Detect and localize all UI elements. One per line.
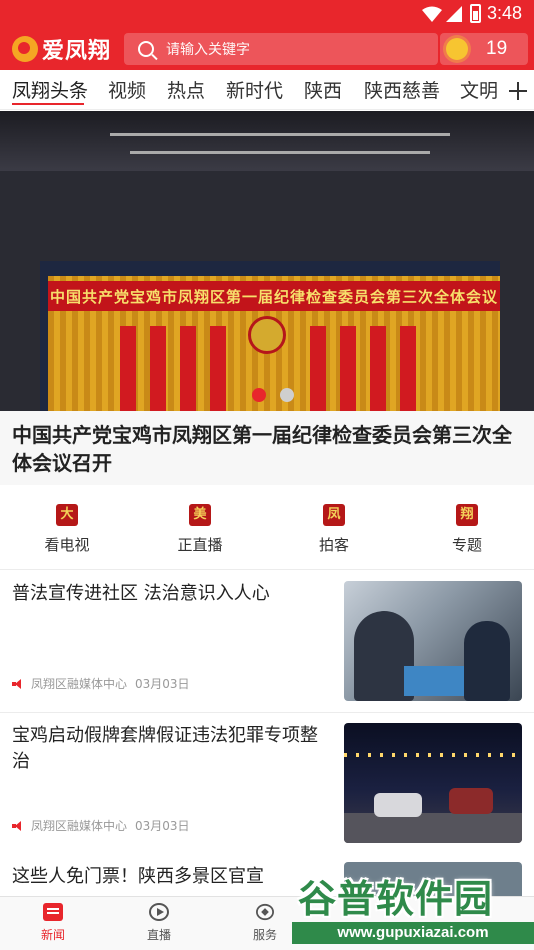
nav-news[interactable]: 新闻 [0, 903, 106, 943]
news-date: 03月03日 [135, 819, 190, 833]
topic-icon: 翔 [456, 504, 478, 526]
quick-link-live[interactable]: 美 正直播 [160, 504, 240, 555]
banner-truss [130, 151, 430, 154]
thumbnail-road [344, 813, 522, 843]
banner-carousel[interactable]: 中国共产党宝鸡市凤翔区第一届纪律检查委员会第三次全体会议 [0, 111, 534, 411]
nav-label: 新闻 [40, 928, 65, 942]
news-item[interactable]: 宝鸡启动假牌套牌假证违法犯罪专项整治 凤翔区融媒体中心 03月03日 [0, 713, 534, 855]
logo-mark-icon [12, 36, 38, 62]
news-source: 凤翔区融媒体中心 [31, 677, 128, 691]
watermark-url: www.gupuxiazai.com [292, 922, 534, 944]
app-header: 3:48 爱凤翔 请输入关键字 19 [0, 0, 534, 70]
news-meta: 凤翔区融媒体中心 03月03日 [12, 675, 190, 692]
category-tabs: 凤翔头条 视频 热点 新时代 陕西 陕西慈善 文明 [0, 70, 534, 110]
banner-flag [180, 326, 196, 411]
tab-shaanxi[interactable]: 陕西 [304, 76, 342, 103]
quick-link-label: 正直播 [177, 536, 223, 554]
quick-link-label: 看电视 [44, 536, 90, 554]
nav-label: 服务 [252, 928, 277, 942]
news-meta: 凤翔区融媒体中心 03月03日 [12, 817, 190, 834]
search-bar[interactable]: 请输入关键字 [124, 33, 438, 65]
status-time: 3:48 [486, 3, 522, 23]
play-icon [149, 903, 169, 921]
watermark-brand: 谷普软件园 [298, 877, 494, 921]
status-bar: 3:48 [0, 0, 534, 28]
camera-icon: 凤 [323, 504, 345, 526]
banner-stage-headline: 中国共产党宝鸡市凤翔区第一届纪律检查委员会第三次全体会议 [48, 281, 500, 311]
tab-new-era[interactable]: 新时代 [226, 76, 283, 103]
thumbnail-lights [344, 753, 522, 757]
banner-flag [310, 326, 326, 411]
quick-link-topics[interactable]: 翔 专题 [427, 504, 507, 555]
quick-link-photographer[interactable]: 凤 拍客 [294, 504, 374, 555]
news-source: 凤翔区融媒体中心 [31, 819, 128, 833]
search-icon [138, 41, 154, 57]
battery-icon [470, 4, 481, 23]
services-icon [256, 903, 274, 921]
tab-civilization[interactable]: 文明 [460, 76, 498, 103]
carousel-dot[interactable] [252, 388, 266, 402]
news-title: 普法宣传进社区 法治意识入人心 [12, 583, 270, 604]
banner-flag [400, 326, 416, 411]
news-item[interactable]: 普法宣传进社区 法治意识入人心 凤翔区融媒体中心 03月03日 [0, 571, 534, 713]
quick-link-label: 专题 [451, 536, 482, 554]
search-placeholder: 请输入关键字 [166, 42, 250, 58]
banner-caption[interactable]: 中国共产党宝鸡市凤翔区第一届纪律检查委员会第三次全体会议召开 [0, 411, 534, 485]
news-icon [43, 903, 63, 921]
banner-ceiling [0, 111, 534, 171]
signal-icon [446, 6, 462, 22]
tv-icon: 大 [56, 504, 78, 526]
wifi-icon [422, 6, 442, 22]
thumbnail-car [374, 793, 422, 817]
tab-fengxiang-headlines[interactable]: 凤翔头条 [12, 76, 88, 103]
thumbnail-figure [464, 621, 510, 701]
thumbnail-car [449, 788, 493, 814]
add-channel-icon[interactable] [500, 70, 534, 109]
carousel-dot[interactable] [280, 388, 294, 402]
carousel-dots [252, 388, 294, 402]
news-thumbnail [344, 723, 522, 843]
banner-flag [370, 326, 386, 411]
quick-links: 大 看电视 美 正直播 凤 拍客 翔 专题 [0, 492, 534, 570]
tab-hot[interactable]: 热点 [167, 76, 205, 103]
nav-label: 直播 [146, 928, 171, 942]
nav-live[interactable]: 直播 [106, 903, 212, 943]
banner-truss [110, 133, 450, 136]
news-title: 这些人免门票！陕西多景区官宣 [12, 866, 264, 887]
weather-temperature: 19 [486, 38, 508, 59]
speaker-icon[interactable] [12, 820, 24, 831]
news-title: 宝鸡启动假牌套牌假证违法犯罪专项整治 [12, 725, 318, 772]
banner-flag [210, 326, 226, 411]
quick-link-label: 拍客 [318, 536, 349, 554]
news-date: 03月03日 [135, 677, 190, 691]
speaker-icon[interactable] [12, 678, 24, 689]
live-icon: 美 [189, 504, 211, 526]
news-thumbnail [344, 581, 522, 701]
watermark: 谷普软件园 www.gupuxiazai.com [292, 866, 534, 946]
banner-flag [120, 326, 136, 411]
tab-shaanxi-charity[interactable]: 陕西慈善 [364, 76, 440, 103]
logo-text: 爱凤翔 [42, 38, 112, 64]
banner-emblem [248, 316, 286, 354]
app-logo[interactable]: 爱凤翔 [12, 34, 111, 64]
banner-flag [340, 326, 356, 411]
sunny-icon [446, 38, 468, 60]
quick-link-watch-tv[interactable]: 大 看电视 [27, 504, 107, 555]
banner-flag [150, 326, 166, 411]
active-tab-indicator [12, 103, 84, 105]
tab-video[interactable]: 视频 [108, 76, 146, 103]
weather-widget[interactable]: 19 [440, 33, 528, 65]
